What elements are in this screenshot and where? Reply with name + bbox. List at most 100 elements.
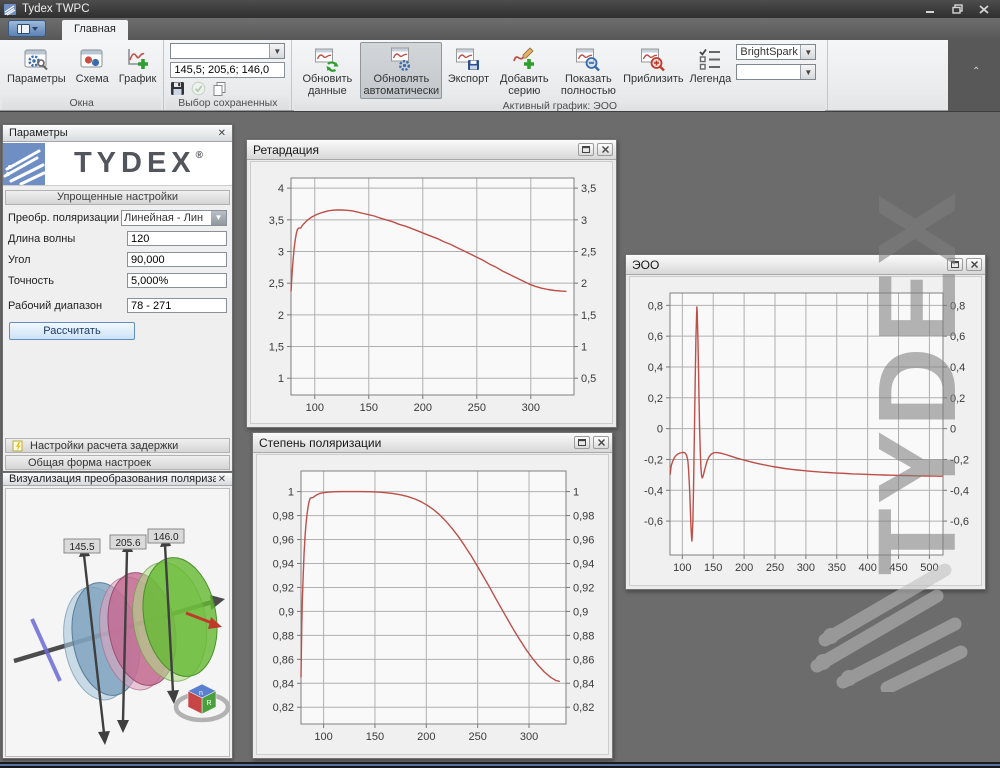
- svg-text:-0,4: -0,4: [644, 485, 663, 497]
- copy-angles-icon[interactable]: [212, 81, 227, 96]
- window-gear-icon: [23, 46, 49, 72]
- close-button[interactable]: [966, 258, 982, 271]
- application-menu-button[interactable]: [8, 20, 46, 37]
- chart-window-title: ЭОО: [632, 258, 944, 272]
- svg-text:0,96: 0,96: [573, 535, 594, 547]
- angle-input[interactable]: [127, 252, 227, 267]
- svg-text:0,94: 0,94: [273, 558, 294, 570]
- save-angles-icon[interactable]: [170, 81, 185, 96]
- auto-refresh-toggle[interactable]: Обновлять автоматически: [360, 42, 442, 99]
- svg-text:0,8: 0,8: [648, 300, 663, 312]
- scheme-button[interactable]: Схема: [71, 42, 114, 87]
- close-button[interactable]: [972, 3, 996, 16]
- maximize-button[interactable]: [947, 258, 963, 271]
- svg-text:150: 150: [366, 731, 384, 743]
- chart-plus-icon: [125, 46, 151, 72]
- retardation-chart: 43,53,5332,52,5221,51,5110,5100150200250…: [251, 162, 612, 423]
- secondary-combobox[interactable]: ▼: [736, 64, 816, 80]
- svg-text:-0,2: -0,2: [644, 454, 663, 466]
- working-range-input[interactable]: [127, 298, 227, 313]
- section-delay-settings[interactable]: Настройки расчета задержки: [5, 438, 230, 453]
- svg-text:150: 150: [704, 562, 722, 574]
- restore-button[interactable]: [945, 3, 969, 16]
- add-series-button[interactable]: Добавить серию: [494, 42, 554, 99]
- export-chart-icon: [455, 46, 481, 72]
- chart-window-polarization-degree[interactable]: Степень поляризации 110,980,980,960,960,…: [252, 432, 613, 759]
- fit-view-button[interactable]: Показать полностью: [554, 42, 622, 99]
- svg-text:0,92: 0,92: [573, 582, 594, 594]
- close-icon: [598, 439, 605, 446]
- section-general-settings[interactable]: Общая форма настроек: [5, 455, 230, 470]
- svg-text:1,5: 1,5: [581, 310, 596, 322]
- chart-window-titlebar[interactable]: Степень поляризации: [253, 433, 612, 453]
- ribbon-group-windows: Параметры Схема: [0, 40, 164, 110]
- svg-text:R: R: [206, 700, 211, 707]
- svg-text:2,5: 2,5: [269, 278, 284, 290]
- svg-text:0,4: 0,4: [648, 362, 663, 374]
- add-series-icon: [511, 46, 537, 72]
- chart-plot-area[interactable]: 0,80,80,60,60,40,40,20,200-0,2-0,2-0,4-0…: [629, 276, 982, 586]
- close-button[interactable]: [597, 143, 613, 156]
- zoom-in-button[interactable]: Приблизить: [622, 42, 684, 87]
- polarization-transform-select[interactable]: Линейная - Лин ▼: [121, 210, 227, 226]
- svg-text:100: 100: [306, 402, 324, 414]
- logo-wordmark: TYDEX®: [45, 147, 232, 180]
- close-icon[interactable]: ✕: [216, 128, 228, 139]
- legend-button[interactable]: Легенда: [684, 42, 736, 87]
- parameters-button[interactable]: Параметры: [2, 42, 71, 87]
- svg-text:250: 250: [468, 402, 486, 414]
- window-title: Tydex TWPC: [22, 3, 915, 15]
- panel-filler: [3, 340, 232, 437]
- svg-text:0,9: 0,9: [279, 606, 294, 618]
- svg-text:0,9: 0,9: [573, 606, 588, 618]
- svg-text:300: 300: [797, 562, 815, 574]
- close-button[interactable]: [593, 436, 609, 449]
- svg-text:0,82: 0,82: [273, 702, 294, 714]
- dropdown-caret-icon: [32, 27, 38, 31]
- export-button[interactable]: Экспорт: [442, 42, 494, 87]
- app-logo-icon: [4, 3, 17, 16]
- disk2-angle-label: 205.6: [115, 538, 140, 549]
- chart-window-retardation[interactable]: Ретардация 43,53,5332,52,5221,51,5110,51…: [246, 139, 617, 428]
- disk3-angle-label: 146.0: [153, 532, 178, 543]
- saved-angles-combobox[interactable]: ▼: [170, 43, 285, 59]
- group-label-saved-angles: Выбор сохраненных углов: [166, 96, 289, 110]
- maximize-button[interactable]: [578, 143, 594, 156]
- chart-plot-area[interactable]: 110,980,980,960,960,940,940,920,920,90,9…: [256, 454, 609, 755]
- svg-text:200: 200: [414, 402, 432, 414]
- svg-text:4: 4: [278, 183, 284, 195]
- minimize-button[interactable]: [918, 3, 942, 16]
- chart-window-titlebar[interactable]: Ретардация: [247, 140, 616, 160]
- chart-window-titlebar[interactable]: ЭОО: [626, 255, 985, 275]
- maximize-button[interactable]: [574, 436, 590, 449]
- close-icon[interactable]: ✕: [216, 474, 228, 485]
- svg-text:0,2: 0,2: [950, 393, 965, 405]
- calculate-button[interactable]: Рассчитать: [9, 322, 135, 340]
- field-polarization-transform: Преобр. поляризации Линейная - Лин ▼: [3, 207, 232, 228]
- chart-window-eoo[interactable]: ЭОО 0,80,80,60,60,40,40,20,200-0,2-0,2-0…: [625, 254, 986, 590]
- polarization-3d-view[interactable]: 145.5 205.6 146.0 n R: [5, 488, 230, 757]
- svg-text:0,86: 0,86: [273, 654, 294, 666]
- parameters-panel-titlebar: Параметры ✕: [3, 125, 232, 142]
- angles-input[interactable]: [170, 62, 285, 78]
- accuracy-input[interactable]: [127, 273, 227, 288]
- svg-text:0,82: 0,82: [573, 702, 594, 714]
- svg-text:0,4: 0,4: [950, 362, 965, 374]
- ribbon-collapse-icon[interactable]: ⌃: [972, 66, 980, 77]
- tab-glavnaya[interactable]: Главная: [62, 20, 128, 40]
- field-wavelength: Длина волны: [3, 228, 232, 249]
- window-layout-icon: [17, 24, 30, 34]
- chart-window-title: Степень поляризации: [259, 436, 571, 450]
- apply-angles-icon[interactable]: [191, 81, 206, 96]
- svg-text:3: 3: [278, 246, 284, 258]
- wavelength-input[interactable]: [127, 231, 227, 246]
- svg-text:1: 1: [581, 342, 587, 354]
- refresh-data-button[interactable]: Обновить данные: [294, 42, 360, 99]
- add-chart-button[interactable]: График: [114, 42, 162, 87]
- chart-plot-area[interactable]: 43,53,5332,52,5221,51,5110,5100150200250…: [250, 161, 613, 424]
- window-scheme-icon: [79, 46, 105, 72]
- zoom-out-magnifier-icon: [575, 46, 601, 72]
- svg-text:300: 300: [520, 731, 538, 743]
- restore-icon: [952, 4, 963, 14]
- theme-combobox[interactable]: BrightSpark ▼: [736, 44, 816, 60]
